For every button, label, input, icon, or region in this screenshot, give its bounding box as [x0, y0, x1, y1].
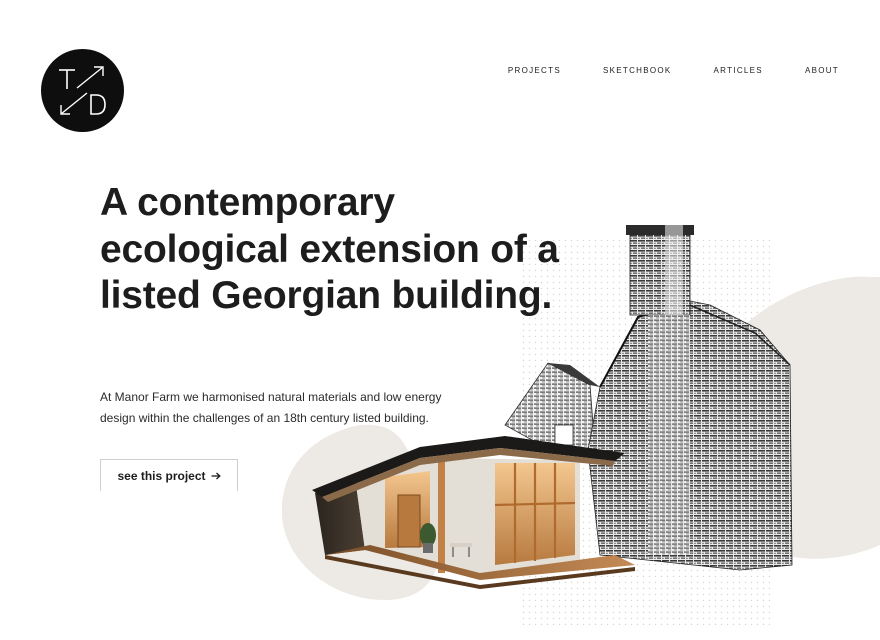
nav-about[interactable]: ABOUT [805, 66, 839, 75]
see-project-label: see this project [117, 468, 206, 483]
nav-projects[interactable]: PROJECTS [508, 66, 561, 75]
nav-articles[interactable]: ARTICLES [714, 66, 763, 75]
hero-headline: A contemporary ecological extension of a… [100, 181, 559, 317]
hero-description: At Manor Farm we harmonised natural mate… [100, 390, 442, 425]
main-nav: PROJECTS SKETCHBOOK ARTICLES ABOUT [508, 66, 839, 75]
arrow-right-icon [211, 469, 221, 483]
site-logo[interactable] [41, 49, 124, 132]
see-project-button[interactable]: see this project [100, 459, 238, 491]
td-monogram-logo [59, 66, 106, 115]
nav-sketchbook[interactable]: SKETCHBOOK [603, 66, 672, 75]
